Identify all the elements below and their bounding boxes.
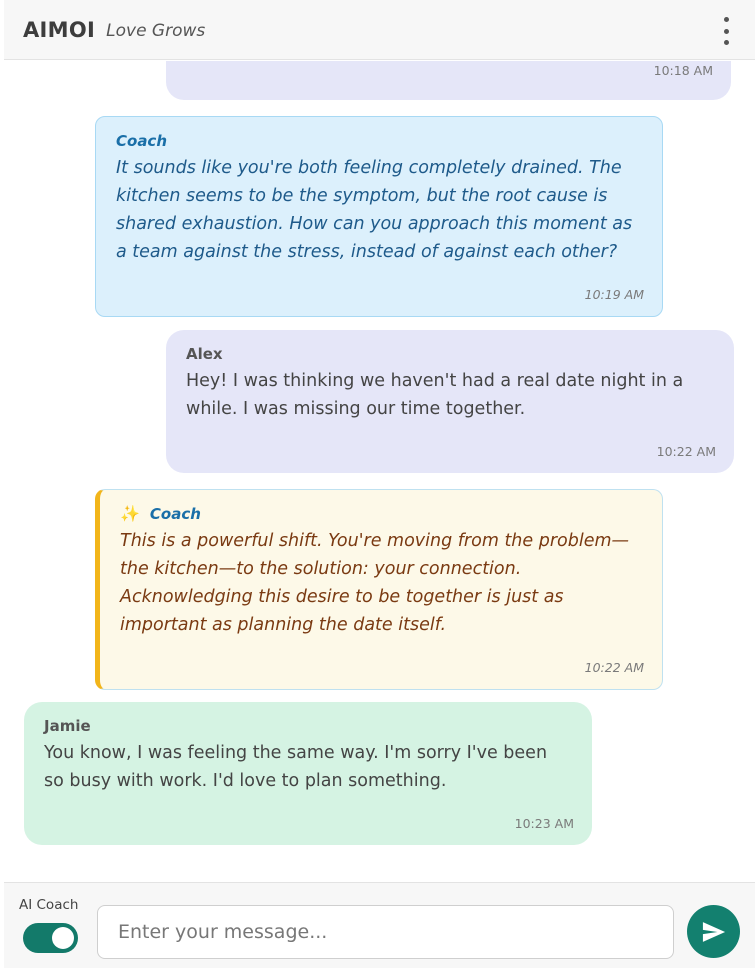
message-input[interactable] [97,905,674,959]
message-partner: Alex Hey! I was thinking we haven't had … [166,330,734,473]
message-time: 10:22 AM [584,660,644,675]
message-sender: Alex [186,345,223,363]
message-self: Jamie You know, I was feeling the same w… [24,702,592,845]
more-vertical-icon[interactable] [719,17,733,45]
ai-coach-toggle[interactable] [23,923,78,953]
message-coach-highlight: ✨ Coach This is a powerful shift. You're… [95,489,663,690]
message-partner-partial: 10:18 AM [166,61,731,100]
ai-coach-label: AI Coach [19,897,79,913]
app-title: AIMOI [23,17,96,42]
message-sender: Coach [149,504,201,523]
message-sender: Jamie [44,717,91,735]
composer-bar: AI Coach [4,882,755,968]
send-button[interactable] [687,905,740,958]
message-text: This is a powerful shift. You're moving … [120,531,630,635]
app-tagline: Love Grows [106,21,206,41]
message-text: You know, I was feeling the same way. I'… [44,743,548,791]
message-coach: Coach It sounds like you're both feeling… [95,116,663,317]
message-text: Hey! I was thinking we haven't had a rea… [186,371,684,419]
toggle-knob [52,927,74,949]
message-time: 10:18 AM [653,63,713,78]
message-sender-row: ✨ Coach [120,504,642,523]
send-icon [702,921,725,942]
message-text: It sounds like you're both feeling compl… [116,158,633,262]
chat-thread[interactable]: 10:18 AM Coach It sounds like you're bot… [4,61,755,881]
sparkles-icon: ✨ [120,504,140,523]
message-time: 10:23 AM [514,816,574,831]
app-header: AIMOI Love Grows [4,0,755,60]
message-time: 10:22 AM [656,444,716,459]
message-time: 10:19 AM [584,287,644,302]
message-sender: Coach [116,132,168,150]
